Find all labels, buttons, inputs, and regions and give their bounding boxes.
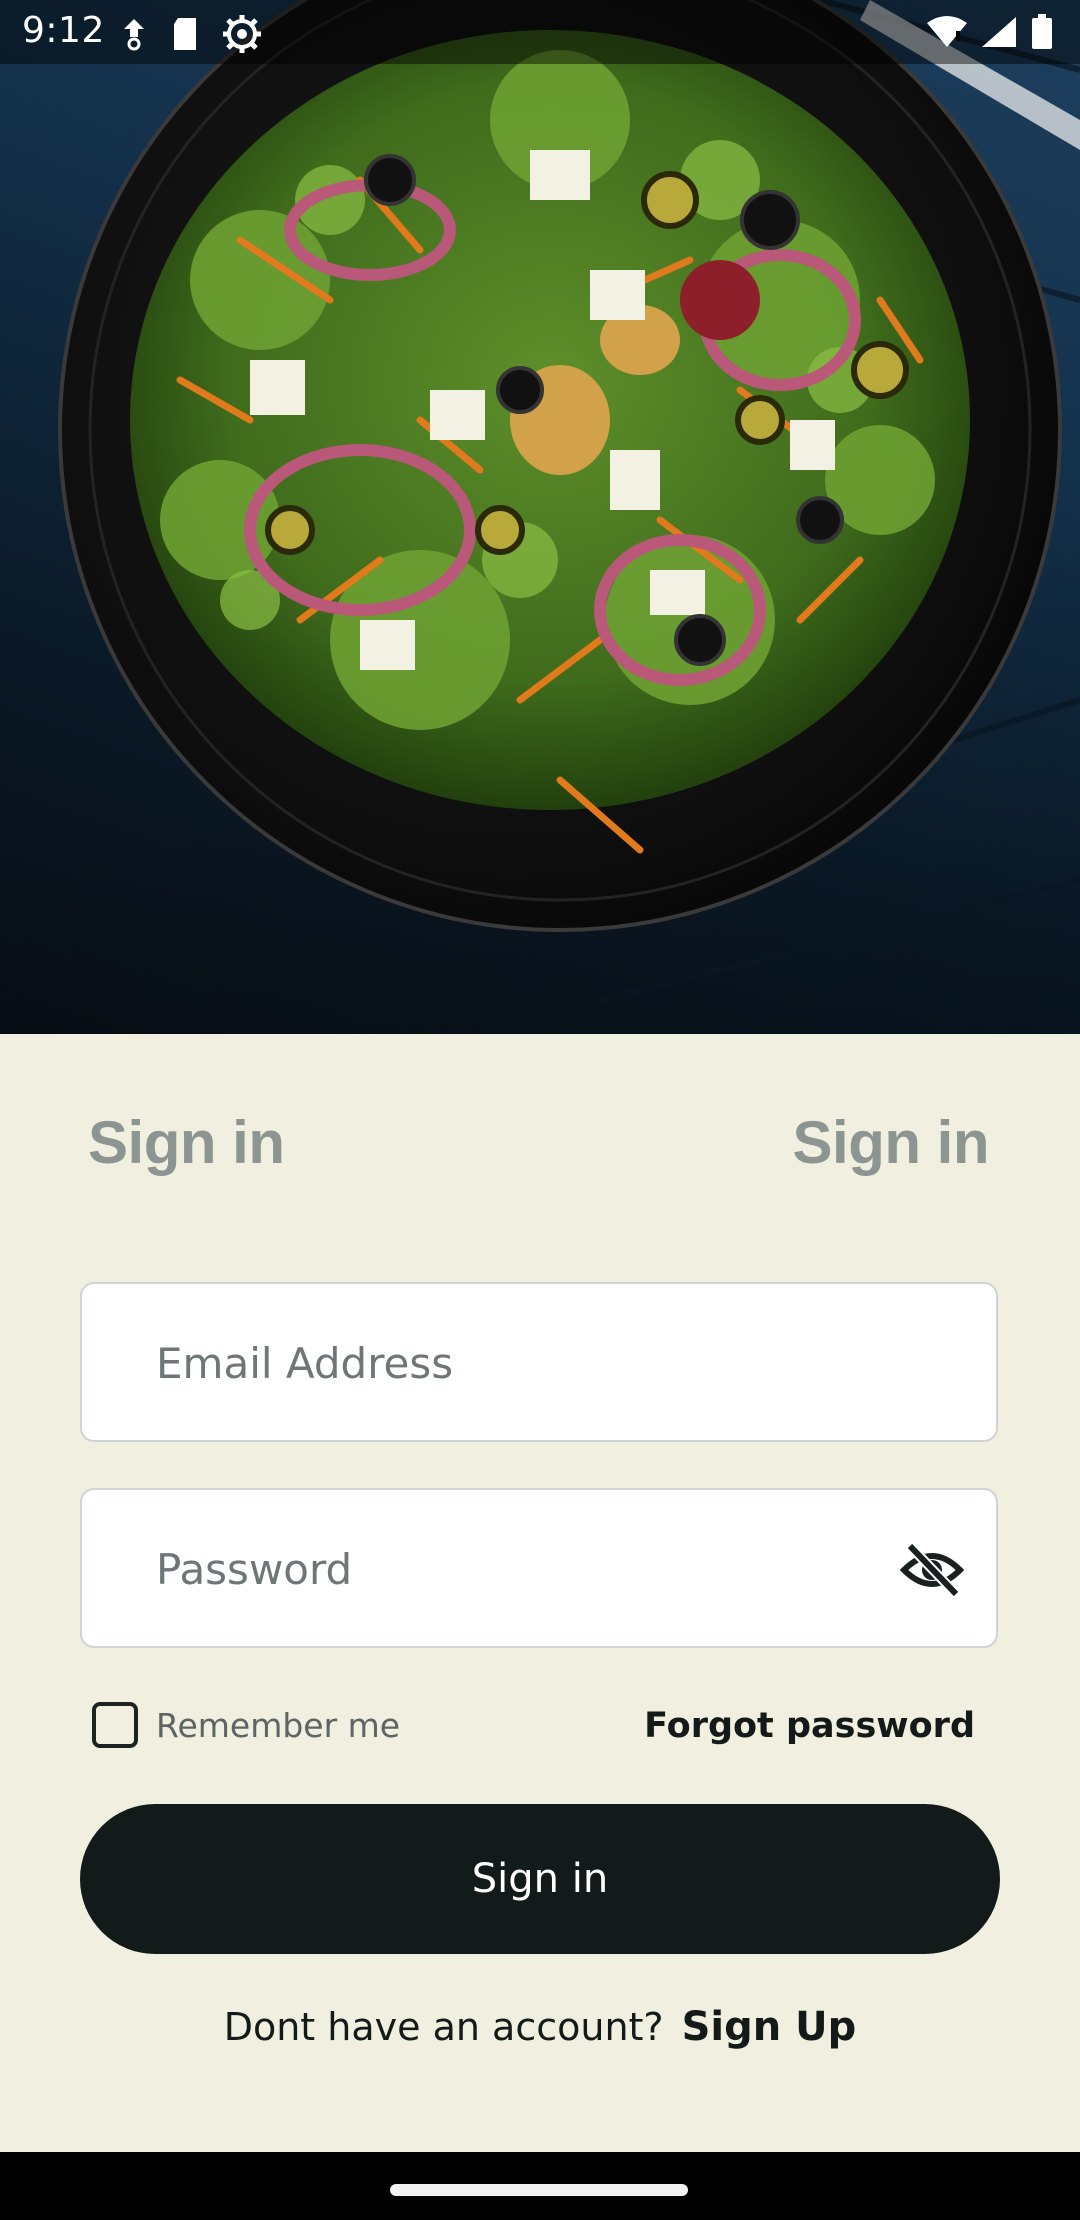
- eye-off-icon[interactable]: [900, 1540, 964, 1600]
- sign-up-link[interactable]: Sign Up: [682, 2004, 857, 2050]
- password-input[interactable]: [154, 1490, 918, 1648]
- tab-sign-in-right[interactable]: Sign in: [793, 1108, 990, 1177]
- remember-me-row[interactable]: Remember me: [92, 1702, 400, 1748]
- remember-me-checkbox[interactable]: [92, 1702, 138, 1748]
- hero-salad-image: [0, 0, 1080, 1034]
- cell-signal-icon: [982, 17, 1016, 47]
- status-right-icons: [926, 14, 1054, 50]
- status-bar: 9:12: [0, 0, 1080, 64]
- forgot-password-link[interactable]: Forgot password: [644, 1706, 975, 1746]
- email-input[interactable]: [154, 1284, 918, 1442]
- status-time: 9:12: [22, 10, 105, 51]
- email-field[interactable]: [80, 1282, 998, 1442]
- signup-row: Dont have an account? Sign Up: [0, 2004, 1080, 2050]
- tab-sign-in-left[interactable]: Sign in: [88, 1108, 285, 1177]
- navigation-bar: [0, 2152, 1080, 2220]
- salad-illustration: [58, 0, 1080, 1003]
- signup-prompt: Dont have an account?: [223, 2005, 664, 2049]
- status-left-icons: [120, 14, 262, 54]
- wifi-icon: [927, 16, 967, 47]
- sign-in-button[interactable]: Sign in: [80, 1804, 1000, 1954]
- home-indicator[interactable]: [390, 2184, 688, 2196]
- settings-gear-icon: [223, 15, 261, 53]
- remember-me-label: Remember me: [156, 1705, 401, 1745]
- battery-icon: [1032, 14, 1052, 49]
- sd-card-icon: [174, 18, 196, 50]
- data-saver-icon: [124, 19, 144, 51]
- password-field[interactable]: [80, 1488, 998, 1648]
